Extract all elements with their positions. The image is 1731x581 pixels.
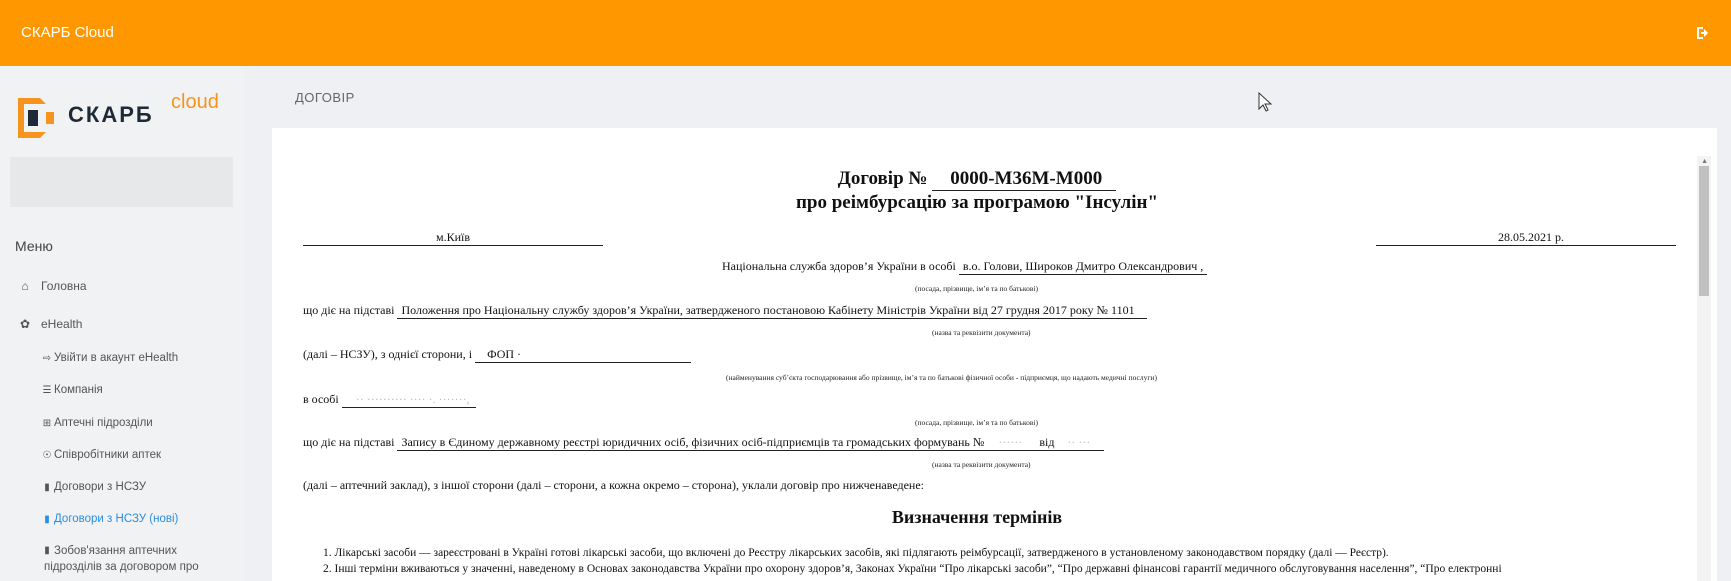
- basis-pharmacy-date: ·· ···: [1067, 435, 1091, 449]
- top-bar: СКАРБ Cloud: [0, 0, 1731, 66]
- nhsu-representative-line: Національна служба здоров’я України в ос…: [722, 259, 1208, 275]
- sidebar-item-pharmacy-units[interactable]: ⊞ Аптечні підрозділи: [42, 411, 242, 435]
- sidebar-item-label-wrap: Зобов'язання аптечних підрозділів за дог…: [44, 543, 199, 575]
- basis-prefix: що діє на підставі: [303, 303, 395, 317]
- hint-party: (найменування суб’єкта господарювання аб…: [726, 373, 1157, 382]
- hint-document-2: (назва та реквізити документа): [932, 460, 1031, 469]
- basis-nhsu: Положення про Національну службу здоров’…: [397, 303, 1147, 319]
- menu-title: Меню: [15, 238, 53, 254]
- scroll-up-arrow-icon[interactable]: ▲: [1701, 158, 1708, 165]
- party-name: ФОП ·: [475, 347, 692, 363]
- contract-city: м.Київ: [303, 230, 603, 246]
- section-title-definitions: Визначення термінів: [891, 507, 1063, 527]
- plus-square-icon: ⊞: [42, 417, 52, 429]
- basis-pharmacy-number: ······: [998, 435, 1023, 449]
- term-item-1: 1. Лікарські засоби — зареєстровані в Ук…: [323, 547, 1389, 559]
- sitemap-icon: ☉: [42, 449, 52, 461]
- sidebar-item-label: Головна: [41, 279, 87, 293]
- sidebar-item-label: Договори з НСЗУ (нові): [54, 513, 179, 525]
- sign-out-icon[interactable]: [1695, 25, 1711, 41]
- nhsu-person: в.о. Голови, Широков Дмитро Олександрови…: [958, 259, 1208, 275]
- contract-document: Договір № 0000-M36M-M000 про реімбурсаці…: [272, 128, 1682, 581]
- hint-position: (посада, прізвище, ім’я та по батькові): [915, 284, 1038, 293]
- sidebar-item-home[interactable]: ⌂ Головна: [17, 274, 261, 298]
- database-icon: ☰: [42, 384, 52, 396]
- app-title[interactable]: СКАРБ Cloud: [21, 24, 114, 41]
- person-name: ·· ·········· ···· ·. ·······,: [341, 392, 476, 408]
- sign-in-icon: ⇨: [42, 352, 52, 364]
- contract-title: Договір № 0000-M36M-M000: [272, 168, 1682, 191]
- logo-brand-sup: cloud: [171, 91, 219, 113]
- sidebar-item-label: Компанія: [54, 384, 103, 396]
- sidebar-item-label: Зобов'язання аптечних: [54, 545, 177, 557]
- contract-subtitle: про реімбурсацію за програмою "Інсулін": [795, 192, 1159, 213]
- parties-text: (далі – аптечний заклад), з іншої сторон…: [303, 478, 924, 492]
- sidebar: СКАРБ cloud Меню ⌂ Головна ✿ eHealth ⇨ У…: [0, 66, 244, 581]
- pharmacy-basis-line: що діє на підставі Запису в Єдиному держ…: [303, 435, 1105, 451]
- sidebar-item-ehealth[interactable]: ✿ eHealth: [17, 312, 261, 336]
- basis-prefix-2: що діє на підставі: [303, 435, 395, 449]
- sidebar-item-ehealth-login[interactable]: ⇨ Увійти в акаунт eHealth: [42, 346, 242, 370]
- sidebar-item-label: eHealth: [41, 317, 83, 331]
- sidebar-item-label: Увійти в акаунт eHealth: [54, 352, 179, 364]
- sidebar-item-company[interactable]: ☰ Компанія: [42, 378, 242, 402]
- logo[interactable]: СКАРБ cloud: [10, 91, 240, 148]
- nhsu-prefix: Національна служба здоров’я України в ос…: [722, 259, 956, 273]
- sidebar-item-pharmacy-staff[interactable]: ☉ Співробітники аптек: [42, 443, 242, 467]
- sidebar-item-label: Співробітники аптек: [54, 449, 162, 461]
- logo-brand: СКАРБ: [68, 102, 154, 127]
- basis-pharmacy: Запису в Єдиному державному реєстрі юрид…: [397, 435, 1105, 451]
- sidebar-item-label: Договори з НСЗУ: [54, 481, 147, 493]
- file-icon: ▮: [44, 481, 50, 493]
- contract-date: 28.05.2021 р.: [1376, 230, 1676, 246]
- file-icon: ▮: [44, 513, 50, 525]
- hint-position-2: (посада, прізвище, ім’я та по батькові): [915, 418, 1038, 427]
- file-icon: ▮: [44, 545, 50, 556]
- party-prefix: (далі – НСЗУ), з однієї сторони, і: [303, 347, 473, 361]
- hint-document: (назва та реквізити документа): [932, 328, 1031, 337]
- nhsu-basis-line: що діє на підставі Положення про Націона…: [303, 303, 1147, 319]
- leaf-icon: ✿: [19, 317, 31, 331]
- page-title: ДОГОВІР: [295, 90, 355, 105]
- term-item-2: 2. Інші терміни вживаються у значенні, н…: [323, 563, 1502, 575]
- person-line: в особі ·· ·········· ···· ·. ·······,: [303, 392, 476, 408]
- person-prefix: в особі: [303, 392, 339, 406]
- sidebar-search-box[interactable]: [10, 157, 233, 207]
- sidebar-item-label-line2: підрозділів за договором про: [44, 561, 199, 573]
- document-scrollbar-thumb[interactable]: [1699, 166, 1709, 296]
- basis-pharmacy-text: Запису в Єдиному державному реєстрі юрид…: [401, 435, 985, 449]
- sidebar-item-pharmacy-obligations[interactable]: ▮ Зобов'язання аптечних підрозділів за д…: [42, 543, 242, 579]
- sidebar-item-nhsu-contracts-new[interactable]: ▮ Договори з НСЗУ (нові): [42, 507, 242, 531]
- home-icon: ⌂: [21, 279, 29, 293]
- mouse-cursor-icon: [1258, 92, 1272, 112]
- contract-number: 0000-M36M-M000: [932, 168, 1117, 191]
- logo-mark-icon: [18, 98, 54, 138]
- document-viewer[interactable]: Договір № 0000-M36M-M000 про реімбурсаці…: [272, 128, 1717, 581]
- party-line: (далі – НСЗУ), з однієї сторони, і ФОП ·: [303, 347, 692, 363]
- sidebar-item-label: Аптечні підрозділи: [54, 417, 153, 429]
- basis-pharmacy-from: від: [1039, 435, 1055, 449]
- contract-title-prefix: Договір №: [837, 168, 928, 189]
- sidebar-item-nhsu-contracts[interactable]: ▮ Договори з НСЗУ: [42, 475, 242, 499]
